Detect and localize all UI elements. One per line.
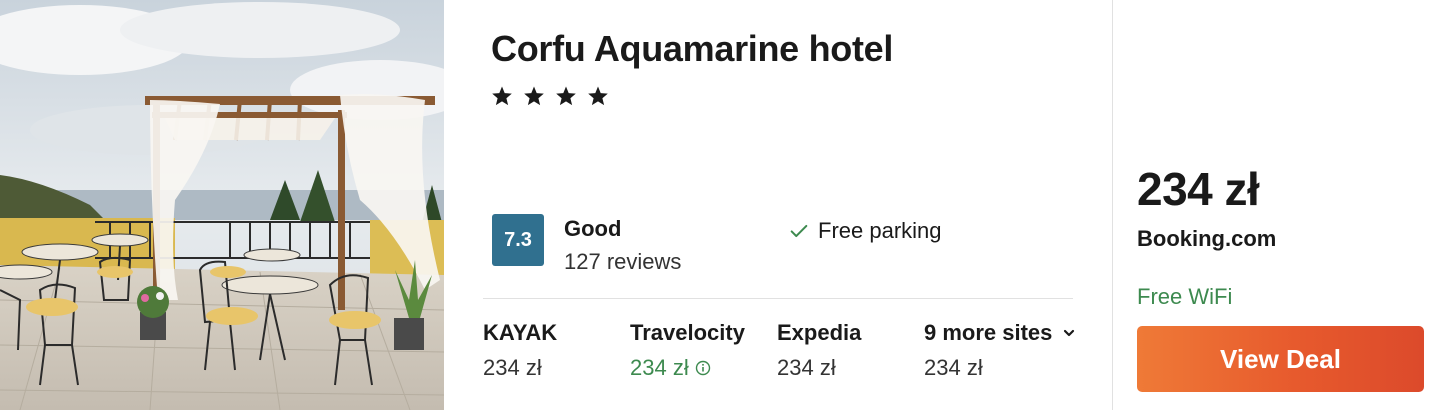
star-icon	[588, 86, 608, 106]
divider	[483, 298, 1073, 299]
best-deal-panel: 234 zł Booking.com Free WiFi View Deal	[1113, 0, 1436, 410]
more-sites-label: 9 more sites	[924, 320, 1053, 345]
hotel-info: Corfu Aquamarine hotel 7.3 Good 127 revi…	[444, 0, 1112, 410]
site-name: Travelocity	[630, 320, 745, 345]
chevron-down-icon	[1064, 329, 1075, 337]
view-deal-button[interactable]: View Deal	[1137, 326, 1424, 392]
star-rating	[490, 84, 610, 108]
site-travelocity[interactable]: Travelocity 234 zł	[630, 320, 745, 381]
review-count-link[interactable]: 127 reviews	[564, 249, 681, 275]
amenity-free-parking: Free parking	[788, 218, 942, 244]
site-price-value: 234 zł	[630, 355, 689, 380]
rating-score-badge: 7.3	[492, 214, 544, 266]
amenity-label: Free parking	[818, 218, 942, 243]
star-icon	[492, 86, 512, 106]
terrace-image	[0, 0, 444, 410]
site-name: KAYAK	[483, 320, 558, 345]
site-price: 234 zł	[777, 355, 836, 380]
star-icon	[524, 86, 544, 106]
site-price: 234 zł	[924, 355, 983, 380]
star-icon	[556, 86, 576, 106]
more-sites-toggle[interactable]: 9 more sites	[924, 320, 1076, 346]
hotel-name[interactable]: Corfu Aquamarine hotel	[491, 28, 893, 70]
hotel-result-card[interactable]: Corfu Aquamarine hotel 7.3 Good 127 revi…	[0, 0, 1436, 410]
deal-provider: Booking.com	[1137, 226, 1277, 251]
check-icon	[790, 224, 808, 238]
hotel-photo[interactable]	[0, 0, 444, 410]
site-price: 234 zł	[483, 355, 542, 380]
more-sites-dropdown[interactable]: 9 more sites 234 zł	[924, 320, 1076, 381]
site-expedia[interactable]: Expedia 234 zł	[777, 320, 861, 381]
info-icon[interactable]	[695, 360, 711, 376]
site-kayak[interactable]: KAYAK 234 zł	[483, 320, 557, 381]
rating-label: Good	[564, 216, 622, 241]
deal-price[interactable]: 234 zł	[1137, 162, 1260, 216]
site-price-highlighted: 234 zł	[630, 355, 745, 381]
deal-perk: Free WiFi	[1137, 284, 1233, 309]
site-name: Expedia	[777, 320, 862, 345]
